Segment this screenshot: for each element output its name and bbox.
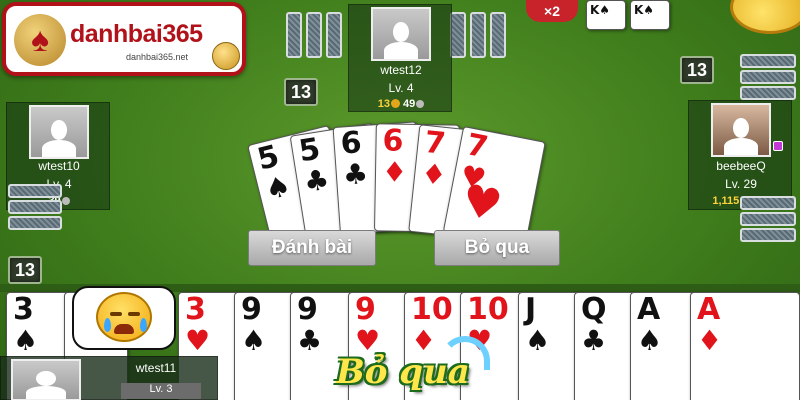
gold-coin-button[interactable] [730, 0, 800, 34]
pass-button[interactable]: Bỏ qua [434, 230, 560, 266]
mini-card: K♠ [586, 0, 626, 30]
player-panel-top[interactable]: wtest12 Lv. 4 13 49 [348, 4, 452, 112]
card-back [450, 12, 466, 58]
card-back [740, 212, 796, 226]
card-rank: 7 [422, 124, 448, 162]
card-suit: ♥ [185, 324, 211, 357]
tear-icon [104, 318, 111, 332]
play-button[interactable]: Đánh bài [248, 230, 376, 266]
card-rank: J [525, 292, 537, 327]
player-level: Lv. 4 [388, 81, 414, 95]
card-suit: ♦ [411, 324, 437, 357]
card-rank: 9 [241, 292, 262, 327]
card-suit: ♠ [637, 324, 663, 357]
tear-icon [140, 318, 147, 332]
player-coins: 13 49 [349, 98, 453, 110]
card-back [740, 54, 796, 68]
card-suit: ♦ [697, 324, 723, 357]
chip-icon [61, 197, 70, 205]
player-panel-right[interactable]: beebeeQ Lv. 29 1,115,514 [688, 100, 792, 210]
gift-icon [773, 141, 783, 151]
card-back [490, 12, 506, 58]
logo-subtext: danhbai365.net [126, 52, 189, 62]
logo-text: danhbai365 [70, 20, 203, 48]
player-panel-self[interactable]: wtest11 Lv. 3 [0, 356, 218, 400]
card-back [8, 216, 62, 230]
card-back [740, 70, 796, 84]
player-name: wtest10 [38, 159, 80, 173]
hand-card[interactable]: J ♠ [518, 292, 582, 400]
chip-icon [416, 100, 425, 108]
card-back [470, 12, 486, 58]
card-back [8, 200, 62, 214]
card-rank: 10 [411, 292, 453, 327]
mini-card: K♠ [630, 0, 670, 30]
coin-amount: 13 [377, 98, 390, 110]
chip-amount: 49 [403, 98, 416, 110]
coin-icon [212, 42, 240, 70]
spade-icon: ♠ [30, 21, 50, 59]
card-back [326, 12, 342, 58]
card-rank: A [697, 292, 721, 327]
user-silhouette-icon [384, 21, 418, 60]
card-rank: Q [581, 292, 607, 327]
cards-left-badge-top: 13 [284, 78, 318, 106]
card-suit: ♠ [525, 324, 551, 357]
hand-card[interactable]: Q ♣ [574, 292, 638, 400]
card-rank: 3 [185, 292, 206, 327]
card-back [8, 184, 62, 198]
hand-card[interactable]: A ♦ [690, 292, 800, 400]
card-suit: ♣ [581, 324, 607, 357]
card-rank: 6 [382, 123, 404, 159]
logo: ♠ danhbai365 danhbai365.net [2, 2, 246, 76]
emoji-eye [110, 312, 122, 316]
avatar [11, 359, 81, 400]
card-suit: ♦ [381, 155, 408, 189]
multiplier-badge: ×2 [526, 0, 578, 22]
player-level: Lv. 29 [725, 177, 757, 191]
user-photo-icon [724, 117, 758, 156]
emoji-eye [128, 312, 140, 316]
cards-left-badge-left: 13 [8, 256, 42, 284]
card-rank: A [637, 292, 661, 327]
emoji-mouth [114, 324, 134, 334]
player-level: Lv. 3 [121, 383, 201, 399]
card-rank: 9 [355, 292, 376, 327]
card-rank: 5 [296, 131, 323, 170]
card-back [306, 12, 322, 58]
card-suit: ♥ [355, 324, 381, 357]
card-rank: K♠ [590, 3, 611, 17]
player-name: beebeeQ [716, 159, 766, 173]
hand-card[interactable]: 9 ♠ [234, 292, 298, 400]
card-suit: ♣ [301, 162, 332, 200]
card-rank: 6 [339, 125, 363, 162]
avatar [371, 7, 431, 61]
card-suit: ♣ [341, 156, 370, 192]
card-back [740, 86, 796, 100]
pass-banner: Bỏ qua [336, 352, 470, 392]
coin-icon [390, 99, 400, 108]
player-name: wtest11 [135, 361, 177, 375]
cards-left-badge-right: 13 [680, 56, 714, 84]
card-suit: ♣ [297, 324, 323, 357]
avatar [711, 103, 771, 157]
card-back [740, 196, 796, 210]
logo-badge: ♠ [14, 14, 66, 66]
card-suit: ♠ [241, 324, 267, 357]
crying-emoji-icon [96, 292, 152, 342]
card-suit: ♦ [419, 156, 449, 193]
card-suit: ♠ [261, 168, 295, 207]
user-silhouette-icon [26, 370, 66, 400]
card-rank: 3 [13, 292, 34, 327]
card-back [740, 228, 796, 242]
hand-card[interactable]: A ♠ [630, 292, 694, 400]
avatar [29, 105, 89, 159]
card-rank: 9 [297, 292, 318, 327]
card-back [286, 12, 302, 58]
card-rank: 10 [467, 292, 509, 327]
user-silhouette-icon [42, 119, 76, 158]
card-suit: ♠ [13, 324, 39, 357]
card-rank: K♠ [634, 3, 655, 17]
player-name: wtest12 [380, 63, 422, 77]
